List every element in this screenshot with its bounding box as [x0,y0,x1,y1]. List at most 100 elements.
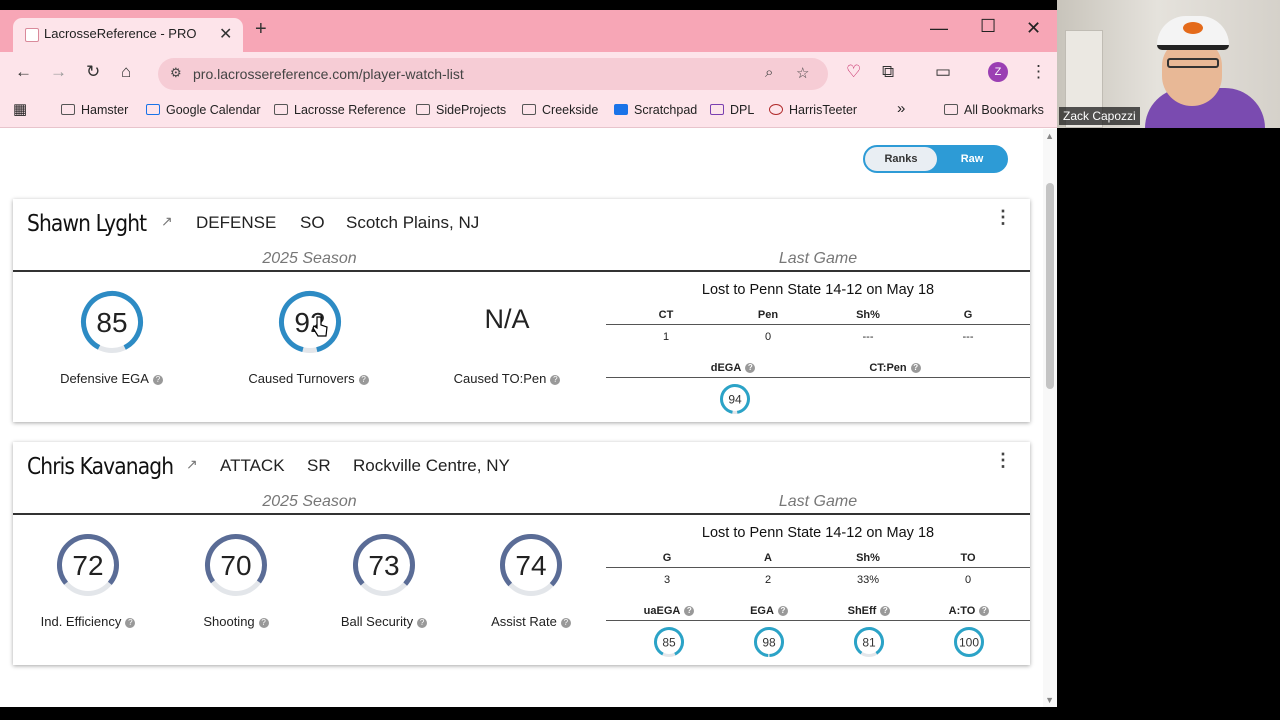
gauge-value: 73 [368,550,399,581]
bookmark-dpl[interactable]: DPL [710,103,754,117]
address-bar[interactable]: ⚙ pro.lacrossereference.com/player-watch… [158,58,828,90]
close-tab-icon[interactable]: ✕ [219,24,232,44]
extensions-icon[interactable]: ⧉ [882,62,894,82]
doc-icon [614,104,628,115]
stat-head: Sh% [856,309,880,321]
bookmark-sideprojects[interactable]: SideProjects [416,103,506,117]
calendar-icon [146,104,160,115]
help-icon[interactable]: ? [910,363,921,373]
mini-head: dEGA? [683,362,783,374]
new-tab-icon[interactable]: + [255,18,267,41]
stat-value: 0 [764,331,772,343]
browser-tab[interactable]: LacrosseReference - PRO ✕ [13,18,243,52]
library-icon [710,104,724,115]
url-text[interactable]: pro.lacrossereference.com/player-watch-l… [193,66,464,82]
help-icon[interactable]: ? [417,618,428,628]
help-icon[interactable]: ? [979,606,990,616]
ranks-raw-toggle[interactable]: Ranks Raw [863,145,1008,173]
folder-icon [61,104,75,115]
help-icon[interactable]: ? [152,375,163,385]
mini-head: EGA? [719,605,819,617]
gauge-shooting: 70 [204,534,267,596]
bookmark-star-icon[interactable]: ☆ [796,64,809,82]
gauge-label: Ball Security? [309,614,459,629]
cap-logo-icon [1183,22,1203,34]
mini-head: CT:Pen? [845,362,945,374]
last-game-title: Lost to Penn State 14-12 on May 18 [701,525,935,541]
folder-icon [522,104,536,115]
apps-grid-icon[interactable]: ▦ [13,100,27,118]
help-icon[interactable]: ? [745,363,756,373]
browser-toolbar: ← → ↻ ⌂ ⚙ pro.lacrossereference.com/play… [0,52,1057,94]
player-card: Chris Kavanagh ↗ ATTACK SR Rockville Cen… [13,442,1030,665]
mini-divider [606,620,1030,621]
bookmark-google-calendar[interactable]: Google Calendar [146,103,261,117]
home-icon[interactable]: ⌂ [121,62,131,82]
stat-head: Sh% [856,552,880,564]
gauge-label: Shooting? [161,614,311,629]
gauge-value: 98 [762,635,776,649]
card-menu-icon[interactable]: ⋮ [994,450,1012,471]
minimize-icon[interactable]: — [930,18,948,39]
scrollbar[interactable]: ▲ ▼ [1043,129,1057,707]
scroll-down-icon[interactable]: ▼ [1045,695,1054,705]
bookmark-creekside[interactable]: Creekside [522,103,598,117]
stat-value: 33% [856,574,880,586]
all-bookmarks[interactable]: All Bookmarks [944,103,1044,117]
gauge-value: 74 [515,550,546,581]
more-bookmarks-icon[interactable]: » [897,100,905,117]
stat-value: --- [962,331,974,343]
tab-title: LacrosseReference - PRO [44,26,197,41]
forward-icon[interactable]: → [50,62,67,82]
external-link-icon[interactable]: ↗ [186,456,198,473]
mini-head: uaEGA? [619,605,719,617]
stat-head: CT [658,309,674,321]
stat-head: Pen [757,309,779,321]
card-menu-icon[interactable]: ⋮ [994,207,1012,228]
help-icon[interactable]: ? [125,618,136,628]
stat-value: --- [862,331,874,343]
help-icon[interactable]: ? [258,618,269,628]
section-divider [13,513,1030,515]
player-hometown: Rockville Centre, NY [353,456,510,475]
help-icon[interactable]: ? [777,606,788,616]
stat-value: 3 [663,574,671,586]
maximize-icon[interactable]: ☐ [980,16,996,37]
gauge-value: 94 [728,392,742,406]
close-window-icon[interactable]: ✕ [1026,18,1041,39]
gauge-defensive-ega: 85 [81,291,143,353]
cast-icon[interactable]: ▭ [935,62,951,82]
bookmark-hamster[interactable]: Hamster [61,103,128,117]
external-link-icon[interactable]: ↗ [161,213,173,230]
pocket-icon[interactable]: ♡ [846,62,861,82]
menu-kebab-icon[interactable]: ⋮ [1030,62,1047,82]
webcam-name-label: Zack Capozzi [1059,107,1140,125]
player-name[interactable]: Chris Kavanagh [27,454,174,480]
help-icon[interactable]: ? [358,375,369,385]
bookmark-harristeeter[interactable]: HarrisTeeter [769,103,857,117]
site-info-icon[interactable]: ⚙ [170,65,182,81]
raw-option[interactable]: Raw [937,147,1007,171]
bookmarks-bar: ▦ Hamster Google Calendar Lacrosse Refer… [0,94,1057,128]
scroll-up-icon[interactable]: ▲ [1045,131,1054,141]
bookmark-lacrosse-reference[interactable]: Lacrosse Reference [274,103,406,117]
player-name[interactable]: Shawn Lyght [27,211,147,237]
stat-divider [606,567,1030,568]
player-year: SO [300,213,325,232]
back-icon[interactable]: ← [15,62,32,82]
help-icon[interactable]: ? [684,606,695,616]
help-icon[interactable]: ? [880,606,891,616]
reload-icon[interactable]: ↻ [86,62,100,82]
stat-head: TO [960,552,976,564]
bookmark-scratchpad[interactable]: Scratchpad [614,103,697,117]
profile-avatar[interactable]: Z [988,62,1008,82]
zoom-icon[interactable]: ⌕ [765,64,773,81]
scroll-thumb[interactable] [1046,183,1054,389]
stat-value: 0 [964,574,972,586]
ranks-option[interactable]: Ranks [865,147,937,171]
help-icon[interactable]: ? [550,375,561,385]
gauge-value: 81 [862,635,876,649]
mini-gauge-a-to: 100 [954,627,984,657]
mini-head: A:TO? [919,605,1019,617]
help-icon[interactable]: ? [560,618,571,628]
